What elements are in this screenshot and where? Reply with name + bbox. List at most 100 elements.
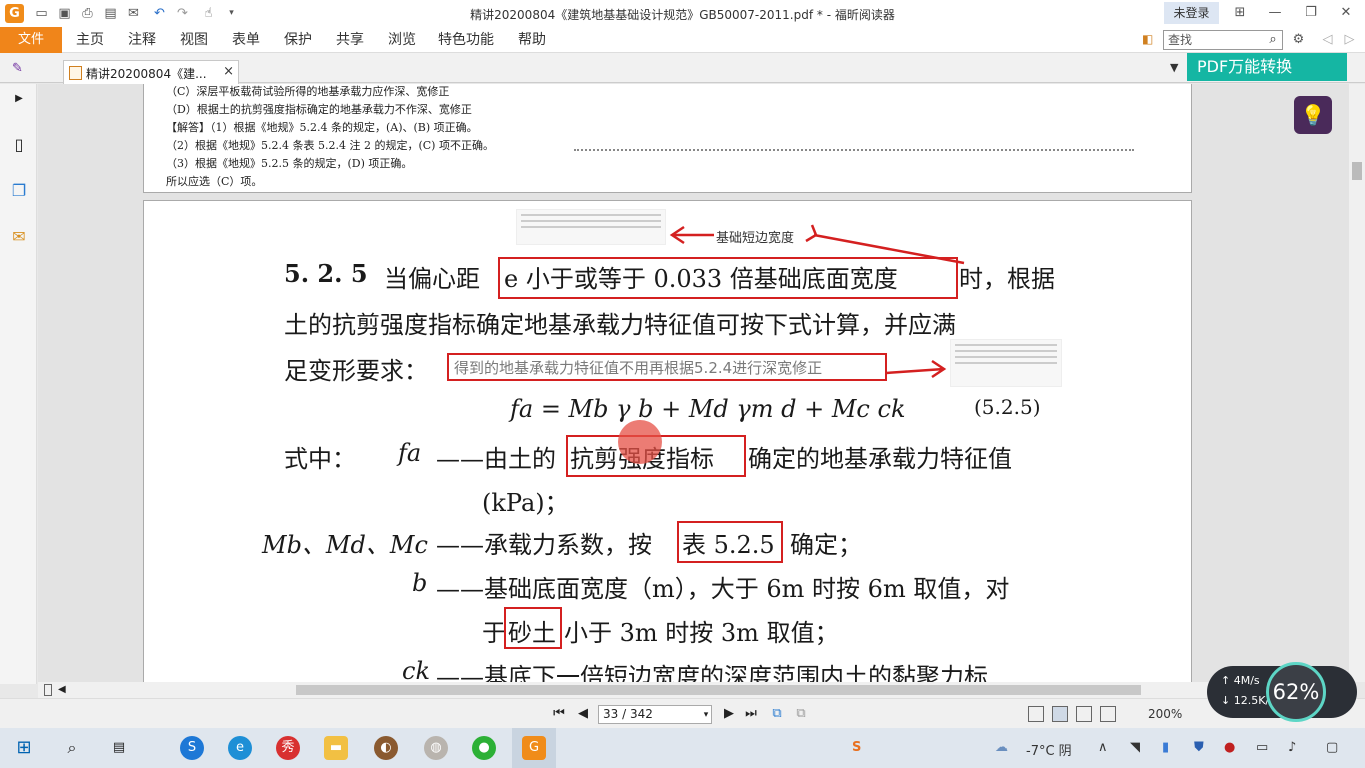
redo-icon[interactable]: ↷ [173,4,192,23]
forward-icon[interactable]: ▷ [1340,30,1359,49]
weather-text[interactable]: -7°C 阴 [1026,740,1072,759]
annotation-no-correction: 得到的地基承载力特征值不用再根据5.2.4进行深宽修正 [454,359,823,377]
single-page-view-icon[interactable] [1028,706,1044,722]
red-box-annotation[interactable] [498,257,958,299]
formula: fa = Mb γ b + Md γm d + Mc ck [510,395,906,423]
annotation-short-side: 基础短边宽度 [716,231,795,246]
menu-help[interactable]: 帮助 [518,27,546,53]
last-page-icon[interactable]: ⏭ [742,705,760,723]
minimize-button[interactable]: — [1260,2,1290,24]
print-icon[interactable]: ⎙ [78,4,97,23]
horizontal-scroll-thumb[interactable] [296,685,1141,695]
scroll-left-icon[interactable]: ◀ [58,682,66,698]
document-view[interactable]: （C）深层平板载荷试验所得的地基承载力应作深、宽修正 （D）根据土的抗剪强度指标… [38,84,1349,682]
document-tab[interactable]: 精讲20200804《建... × [63,60,239,84]
pages-icon[interactable]: ❐ [8,180,30,202]
red-box-annotation[interactable] [504,607,562,649]
clause-text: 土的抗剪强度指标确定地基承载力特征值可按下式计算，并应满 [284,311,956,339]
definition-text: (kPa)； [482,489,569,517]
menu-browse[interactable]: 浏览 [388,27,416,53]
menu-form[interactable]: 表单 [232,27,260,53]
sogou-ime-icon[interactable]: S [852,740,861,755]
first-page-icon[interactable]: ⏮ [550,705,568,723]
restore-button[interactable]: ❐ [1296,2,1326,24]
red-box-annotation[interactable] [677,521,783,563]
page-dropdown-icon[interactable]: ▾ [697,706,715,724]
pdf-convert-button[interactable]: PDF万能转换 [1187,53,1347,81]
save-icon[interactable]: ▣ [55,4,74,23]
find-icon[interactable]: ◧ [1142,32,1158,48]
next-page-icon[interactable]: ▶ [720,705,738,723]
formula-number: (5.2.5) [974,395,1041,419]
scan-artifact [574,149,1134,151]
close-button[interactable]: ✕ [1331,2,1361,24]
foxit-logo-icon[interactable]: G [5,4,24,23]
zoom-level[interactable]: 200% [1148,707,1182,721]
continuous-facing-view-icon[interactable] [1100,706,1116,722]
lightbulb-icon[interactable]: 💡 [1294,96,1332,134]
ie-icon[interactable]: e [228,736,252,760]
horizontal-scrollbar[interactable]: ◀ [38,682,1349,698]
prev-view-icon[interactable]: ⧉ [768,705,786,723]
task-view-icon[interactable]: ▤ [107,736,131,760]
search-icon[interactable]: ⌕ [60,736,84,760]
undo-icon[interactable]: ↶ [150,4,169,23]
tool-icon[interactable]: ◍ [424,736,448,760]
expand-panel-icon[interactable]: ▶ [8,88,30,110]
file-explorer-icon[interactable]: ▬ [324,736,348,760]
foxit-reader-icon[interactable]: G [522,736,546,760]
memory-gauge[interactable]: 62% [1266,662,1326,722]
menu-comment[interactable]: 注释 [128,27,156,53]
layout-icon[interactable]: ⊞ [1225,2,1255,24]
mail-icon[interactable]: ✉ [124,4,143,23]
mouse-cursor-highlight [618,420,662,464]
sogou-browser-icon[interactable]: S [180,736,204,760]
facing-view-icon[interactable] [1076,706,1092,722]
menu-file[interactable]: 文件 [0,27,62,53]
app-icon[interactable]: ◐ [374,736,398,760]
vertical-scroll-thumb[interactable] [1352,162,1362,180]
quick-access-dropdown-icon[interactable]: ▾ [222,4,241,23]
comments-icon[interactable]: ✉ [8,226,30,248]
menu-share[interactable]: 共享 [336,27,364,53]
title-bar: G ▭ ▣ ⎙ ▤ ✉ ↶ ↷ ☝ ▾ 精讲20200804《建筑地基基础设计规… [0,0,1365,27]
keyboard-icon[interactable]: ▭ [1256,740,1268,755]
windows-start-icon[interactable]: ⊞ [12,736,36,760]
notification-icon[interactable]: ▢ [1326,740,1338,755]
vertical-scrollbar[interactable] [1349,84,1365,682]
wechat-icon[interactable]: ● [472,736,496,760]
usb-icon[interactable]: ▮ [1162,740,1169,755]
comment-thumbnail[interactable] [950,339,1062,387]
qq-icon[interactable]: ● [1224,740,1235,755]
hand-tool-icon[interactable]: ☝ [199,4,218,23]
close-tab-icon[interactable]: × [223,64,234,79]
edit-tool-icon[interactable]: ✎ [8,59,27,78]
login-button[interactable]: 未登录 [1164,2,1219,24]
comment-thumbnail[interactable] [516,209,666,245]
menu-special[interactable]: 特色功能 [438,27,494,53]
pdf-page-33: 基础短边宽度 5. 2. 5 当偏心距 e 小于或等于 0.033 倍基础底面宽… [143,200,1192,682]
settings-icon[interactable]: ⚙ [1289,30,1308,49]
fax-icon[interactable]: ▤ [101,4,120,23]
tab-list-dropdown-icon[interactable]: ▼ [1170,61,1178,74]
continuous-view-icon[interactable] [1052,706,1068,722]
menu-protect[interactable]: 保护 [284,27,312,53]
volume-icon[interactable]: ♪ [1288,740,1296,755]
menu-view[interactable]: 视图 [180,27,208,53]
prev-page-icon[interactable]: ◀ [574,705,592,723]
network-icon[interactable]: ◥ [1130,740,1140,755]
security-shield-icon[interactable]: ⛊ [1194,740,1204,755]
page-number-input[interactable]: 33 / 342 [598,705,712,724]
bookmark-icon[interactable]: ▯ [8,134,30,156]
next-view-icon[interactable]: ⧉ [792,705,810,723]
open-folder-icon[interactable]: ▭ [32,4,51,23]
show-hidden-icons[interactable]: ∧ [1098,740,1108,755]
back-icon[interactable]: ◁ [1318,30,1337,49]
panel-toggle-icon[interactable] [44,684,52,696]
definition-text: ——基础底面宽度（m），大于 6m 时按 6m 取值，对 [436,575,1010,603]
menu-home[interactable]: 主页 [76,27,104,53]
weather-icon[interactable]: ☁ [995,740,1008,755]
search-icon[interactable]: ⌕ [1264,31,1282,49]
xiu-icon[interactable]: 秀 [276,736,300,760]
clause-number: 5. 2. 5 [284,259,368,288]
